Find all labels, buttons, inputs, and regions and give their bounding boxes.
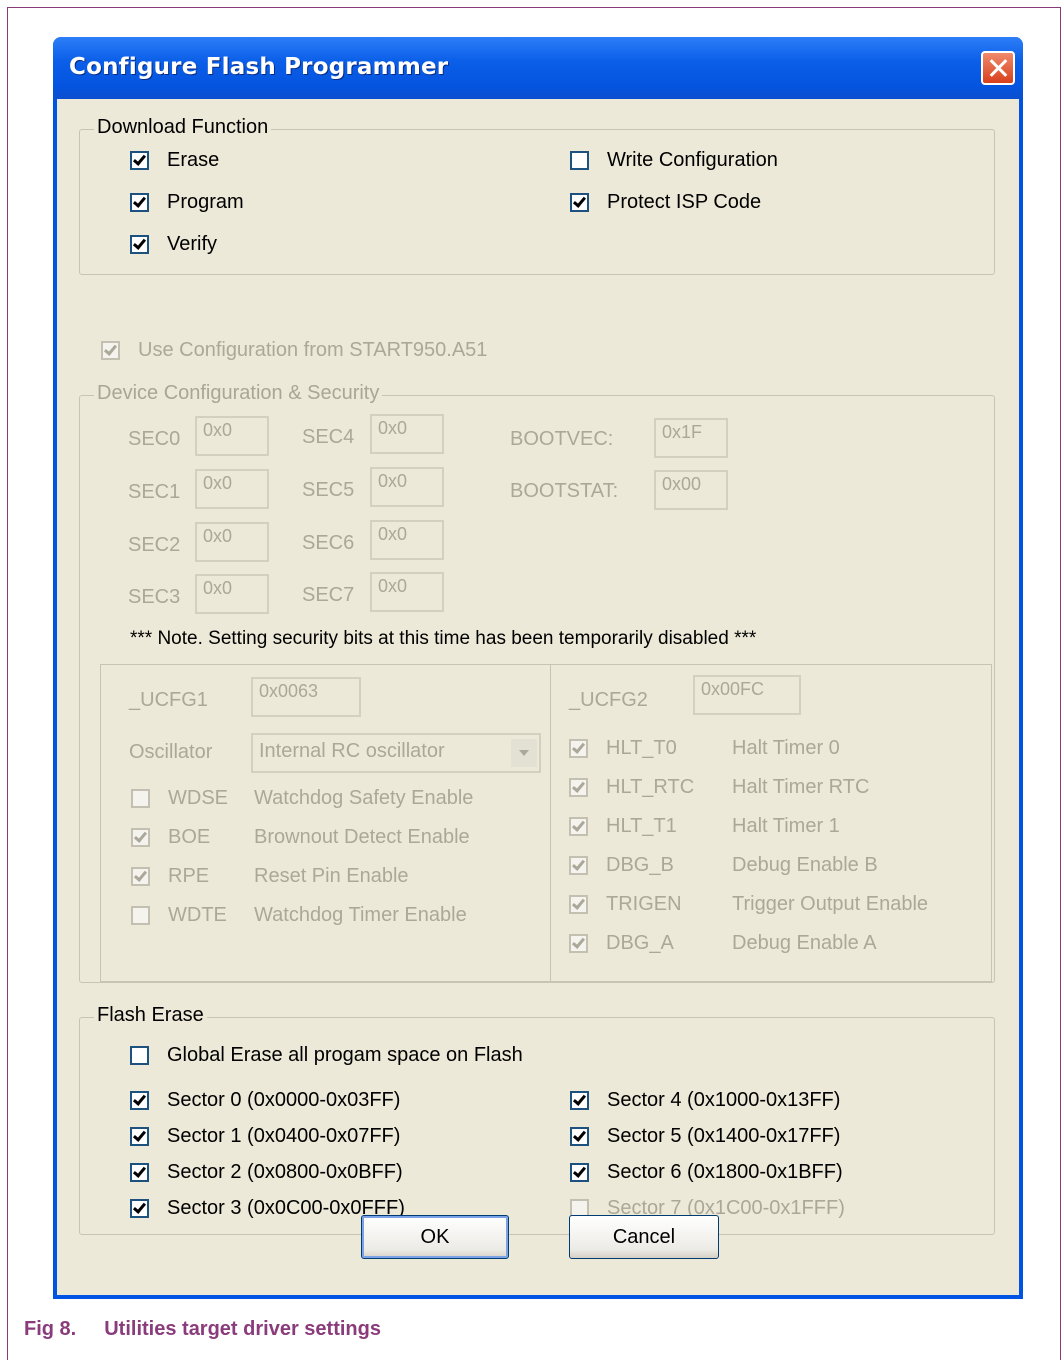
check-icon bbox=[570, 1127, 589, 1146]
sec3-label: SEC3 bbox=[128, 586, 181, 608]
check-icon bbox=[131, 828, 150, 847]
sec5-field[interactable]: 0x0 bbox=[370, 467, 444, 507]
download-function-group: Download Function Erase Program Verify W… bbox=[79, 116, 995, 275]
hlt-rtc-checkbox[interactable]: HLT_RTC Halt Timer RTC bbox=[569, 776, 869, 799]
check-icon bbox=[569, 739, 588, 758]
flash-erase-legend: Flash Erase bbox=[94, 1004, 207, 1027]
ucfg1-panel: _UCFG1 0x0063 Oscillator Internal RC osc… bbox=[100, 664, 551, 982]
wdte-checkbox[interactable]: WDTE Watchdog Timer Enable bbox=[131, 904, 467, 927]
sector-6-checkbox[interactable]: Sector 6 (0x1800-0x1BFF) bbox=[570, 1161, 843, 1184]
check-icon bbox=[130, 1163, 149, 1182]
device-configuration-group: Device Configuration & Security SEC0 0x0… bbox=[79, 382, 995, 983]
bootvec-label: BOOTVEC: bbox=[510, 428, 614, 450]
dbg-a-checkbox[interactable]: DBG_A Debug Enable A bbox=[569, 932, 877, 955]
sector-0-checkbox[interactable]: Sector 0 (0x0000-0x03FF) bbox=[130, 1089, 400, 1112]
ucfg1-label: _UCFG1 bbox=[129, 689, 208, 711]
check-icon bbox=[130, 193, 149, 212]
flash-erase-group: Flash Erase Global Erase all progam spac… bbox=[79, 1004, 995, 1235]
check-icon bbox=[569, 934, 588, 953]
dialog-body: Download Function Erase Program Verify W… bbox=[57, 99, 1019, 1295]
ok-button[interactable]: OK bbox=[361, 1215, 509, 1259]
sec1-field[interactable]: 0x0 bbox=[195, 469, 269, 509]
sector-1-checkbox[interactable]: Sector 1 (0x0400-0x07FF) bbox=[130, 1125, 400, 1148]
sec6-label: SEC6 bbox=[302, 532, 355, 554]
security-note: *** Note. Setting security bits at this … bbox=[130, 628, 757, 649]
sec2-field[interactable]: 0x0 bbox=[195, 522, 269, 562]
sec0-label: SEC0 bbox=[128, 428, 181, 450]
erase-checkbox[interactable]: Erase bbox=[130, 149, 219, 172]
dialog-title: Configure Flash Programmer bbox=[69, 54, 449, 80]
checkbox-empty-icon bbox=[131, 789, 150, 808]
figure-number: Fig 8. bbox=[24, 1318, 77, 1340]
sec1-label: SEC1 bbox=[128, 481, 181, 503]
sec0-field[interactable]: 0x0 bbox=[195, 416, 269, 456]
check-icon bbox=[130, 1127, 149, 1146]
ucfg1-field[interactable]: 0x0063 bbox=[251, 677, 361, 717]
check-icon bbox=[130, 151, 149, 170]
rpe-checkbox[interactable]: RPE Reset Pin Enable bbox=[131, 865, 409, 888]
hlt-t0-checkbox[interactable]: HLT_T0 Halt Timer 0 bbox=[569, 737, 840, 760]
global-erase-checkbox[interactable]: Global Erase all progam space on Flash bbox=[130, 1044, 523, 1067]
check-icon bbox=[130, 1091, 149, 1110]
ucfg2-panel: _UCFG2 0x00FC HLT_T0 Halt Timer 0 HLT_RTC… bbox=[550, 664, 992, 982]
ucfg2-field[interactable]: 0x00FC bbox=[693, 675, 801, 715]
check-icon bbox=[569, 778, 588, 797]
boe-checkbox[interactable]: BOE Brownout Detect Enable bbox=[131, 826, 470, 849]
check-icon bbox=[569, 817, 588, 836]
sector-5-checkbox[interactable]: Sector 5 (0x1400-0x17FF) bbox=[570, 1125, 840, 1148]
checkbox-empty-icon bbox=[131, 906, 150, 925]
check-icon bbox=[570, 1163, 589, 1182]
dbg-b-checkbox[interactable]: DBG_B Debug Enable B bbox=[569, 854, 878, 877]
download-function-legend: Download Function bbox=[94, 116, 272, 139]
device-configuration-legend: Device Configuration & Security bbox=[94, 382, 383, 405]
use-configuration-checkbox[interactable]: Use Configuration from START950.A51 bbox=[101, 339, 487, 362]
trigen-checkbox[interactable]: TRIGEN Trigger Output Enable bbox=[569, 893, 928, 916]
verify-checkbox[interactable]: Verify bbox=[130, 233, 217, 256]
program-checkbox[interactable]: Program bbox=[130, 191, 244, 214]
sec7-field[interactable]: 0x0 bbox=[370, 572, 444, 612]
sector-4-checkbox[interactable]: Sector 4 (0x1000-0x13FF) bbox=[570, 1089, 840, 1112]
title-bar: Configure Flash Programmer bbox=[53, 37, 1023, 99]
bootstat-label: BOOTSTAT: bbox=[510, 480, 619, 502]
write-configuration-checkbox[interactable]: Write Configuration bbox=[570, 149, 778, 172]
check-icon bbox=[570, 1091, 589, 1110]
check-icon bbox=[130, 235, 149, 254]
cancel-button[interactable]: Cancel bbox=[569, 1215, 719, 1259]
sec7-label: SEC7 bbox=[302, 584, 355, 606]
ucfg2-label: _UCFG2 bbox=[569, 689, 648, 711]
sec4-field[interactable]: 0x0 bbox=[370, 414, 444, 454]
bootstat-field[interactable]: 0x00 bbox=[654, 470, 728, 510]
check-icon bbox=[130, 1199, 149, 1218]
figure-caption: Fig 8. Utilities target driver settings bbox=[24, 1318, 381, 1341]
check-icon bbox=[101, 341, 120, 360]
sec2-label: SEC2 bbox=[128, 534, 181, 556]
bootvec-field[interactable]: 0x1F bbox=[654, 418, 728, 458]
sector-2-checkbox[interactable]: Sector 2 (0x0800-0x0BFF) bbox=[130, 1161, 403, 1184]
wdse-checkbox[interactable]: WDSE Watchdog Safety Enable bbox=[131, 787, 473, 810]
hlt-t1-checkbox[interactable]: HLT_T1 Halt Timer 1 bbox=[569, 815, 840, 838]
check-icon bbox=[570, 193, 589, 212]
check-icon bbox=[569, 895, 588, 914]
protect-isp-code-checkbox[interactable]: Protect ISP Code bbox=[570, 191, 761, 214]
oscillator-label: Oscillator bbox=[129, 741, 213, 763]
configure-flash-programmer-dialog: Configure Flash Programmer Download Func… bbox=[53, 37, 1023, 1299]
sec5-label: SEC5 bbox=[302, 479, 355, 501]
check-icon bbox=[569, 856, 588, 875]
chevron-down-icon[interactable] bbox=[511, 739, 537, 767]
checkbox-empty-icon bbox=[570, 151, 589, 170]
oscillator-select[interactable]: Internal RC oscillator bbox=[251, 733, 541, 773]
sec3-field[interactable]: 0x0 bbox=[195, 574, 269, 614]
check-icon bbox=[131, 867, 150, 886]
sec6-field[interactable]: 0x0 bbox=[370, 520, 444, 560]
checkbox-empty-icon bbox=[130, 1046, 149, 1065]
figure-title: Utilities target driver settings bbox=[104, 1318, 381, 1340]
close-icon[interactable] bbox=[981, 51, 1015, 85]
sec4-label: SEC4 bbox=[302, 426, 355, 448]
